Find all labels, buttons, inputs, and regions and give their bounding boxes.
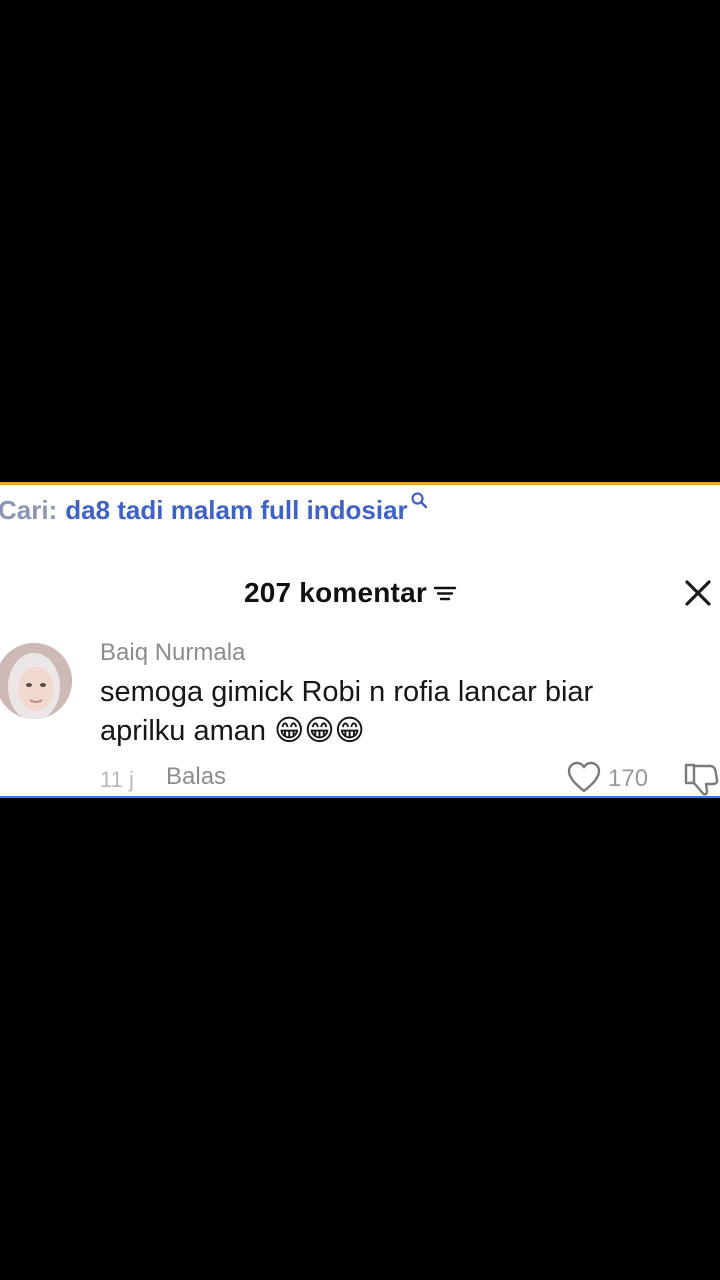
- comment-username[interactable]: Baiq Nurmala: [100, 639, 245, 667]
- comment-count-group: 207 komentar: [244, 573, 457, 613]
- dislike-button[interactable]: [682, 761, 720, 796]
- close-button[interactable]: [680, 575, 716, 611]
- comment-text: semoga gimick Robi n rofia lancar biar a…: [100, 673, 680, 750]
- search-query[interactable]: da8 tadi malam full indosiar: [65, 495, 407, 526]
- sort-icon[interactable]: [433, 583, 457, 603]
- comment-timestamp: 11 j: [100, 767, 134, 792]
- avatar[interactable]: [0, 643, 72, 719]
- like-button[interactable]: [566, 760, 602, 794]
- comment-count: 207 komentar: [244, 577, 427, 608]
- search-suggestion[interactable]: Cari: da8 tadi malam full indosiar: [0, 492, 428, 526]
- search-icon[interactable]: [410, 485, 428, 509]
- reply-button[interactable]: Balas: [166, 763, 226, 791]
- heart-icon: [567, 761, 601, 793]
- thumbs-down-icon: [684, 763, 719, 796]
- comment-emojis: 😁😁😁: [274, 713, 365, 747]
- like-count: 170: [608, 765, 649, 792]
- search-prefix: Cari:: [0, 495, 58, 525]
- comment-panel: Cari: da8 tadi malam full indosiar 207 k…: [0, 482, 720, 798]
- close-icon: [685, 580, 711, 606]
- comments-header: 207 komentar: [0, 573, 720, 613]
- video-frame: Cari: da8 tadi malam full indosiar 207 k…: [0, 0, 720, 1280]
